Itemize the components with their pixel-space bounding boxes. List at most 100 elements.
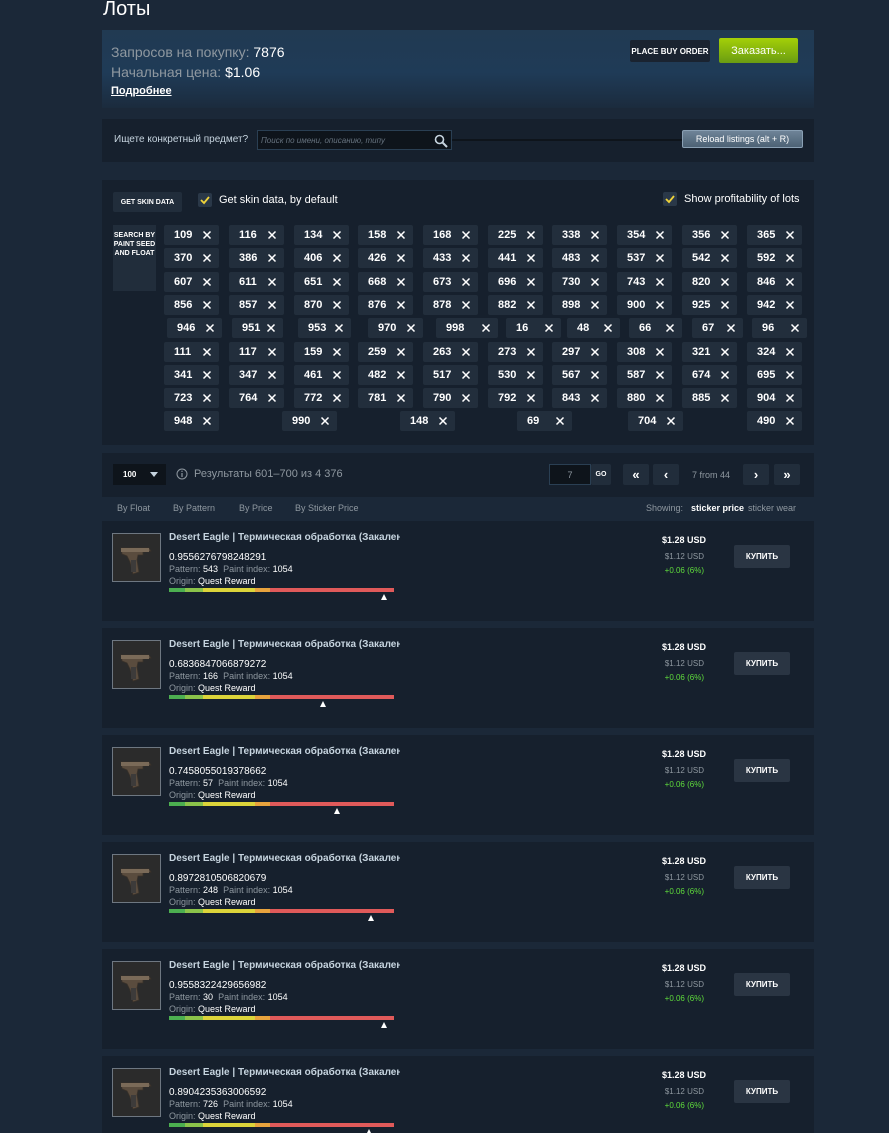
close-icon[interactable] xyxy=(590,230,600,240)
sort-by-price[interactable]: By Price xyxy=(239,503,273,513)
close-icon[interactable] xyxy=(461,393,471,403)
paint-seed-chip[interactable]: 990 xyxy=(282,411,337,431)
close-icon[interactable] xyxy=(590,347,600,357)
paint-seed-chip[interactable]: 870 xyxy=(294,295,349,315)
paint-seed-chip[interactable]: 878 xyxy=(423,295,478,315)
get-skin-default-checkbox[interactable]: Get skin data, by default xyxy=(198,193,338,207)
close-icon[interactable] xyxy=(785,277,795,287)
paint-seed-chip[interactable]: 259 xyxy=(358,342,413,362)
close-icon[interactable] xyxy=(590,277,600,287)
paint-seed-chip[interactable]: 67 xyxy=(692,318,743,338)
paint-seed-chip[interactable]: 723 xyxy=(164,388,219,408)
close-icon[interactable] xyxy=(438,416,448,426)
close-icon[interactable] xyxy=(726,323,736,333)
paint-seed-chip[interactable]: 48 xyxy=(567,318,620,338)
paint-seed-chip[interactable]: 587 xyxy=(617,365,672,385)
close-icon[interactable] xyxy=(461,230,471,240)
per-page-select[interactable]: 100 xyxy=(113,464,166,485)
close-icon[interactable] xyxy=(202,230,212,240)
paint-seed-chip[interactable]: 695 xyxy=(747,365,802,385)
paint-seed-chip[interactable]: 542 xyxy=(682,248,737,268)
sort-by-float[interactable]: By Float xyxy=(117,503,150,513)
showing-sticker-wear[interactable]: sticker wear xyxy=(748,503,796,513)
paint-seed-chip[interactable]: 674 xyxy=(682,365,737,385)
close-icon[interactable] xyxy=(481,323,491,333)
close-icon[interactable] xyxy=(461,277,471,287)
close-icon[interactable] xyxy=(655,230,665,240)
paint-seed-chip[interactable]: 225 xyxy=(488,225,543,245)
page-number-input[interactable]: 7 xyxy=(549,464,591,485)
close-icon[interactable] xyxy=(202,393,212,403)
close-icon[interactable] xyxy=(332,347,342,357)
paint-seed-chip[interactable]: 846 xyxy=(747,272,802,292)
close-icon[interactable] xyxy=(666,416,676,426)
paint-seed-chip[interactable]: 900 xyxy=(617,295,672,315)
close-icon[interactable] xyxy=(267,300,277,310)
close-icon[interactable] xyxy=(267,277,277,287)
close-icon[interactable] xyxy=(461,253,471,263)
close-icon[interactable] xyxy=(461,347,471,357)
close-icon[interactable] xyxy=(202,370,212,380)
paint-seed-chip[interactable]: 898 xyxy=(552,295,607,315)
more-details-link[interactable]: Подробнее xyxy=(111,85,172,97)
paint-seed-chip[interactable]: 308 xyxy=(617,342,672,362)
paint-seed-chip[interactable]: 66 xyxy=(629,318,682,338)
paint-seed-chip[interactable]: 370 xyxy=(164,248,219,268)
search-paint-seed-button[interactable]: SEARCH BY PAINT SEED AND FLOAT xyxy=(113,225,156,291)
close-icon[interactable] xyxy=(665,323,675,333)
paint-seed-chip[interactable]: 461 xyxy=(294,365,349,385)
close-icon[interactable] xyxy=(655,393,665,403)
close-icon[interactable] xyxy=(785,300,795,310)
close-icon[interactable] xyxy=(267,370,277,380)
close-icon[interactable] xyxy=(526,300,536,310)
close-icon[interactable] xyxy=(526,277,536,287)
paint-seed-chip[interactable]: 159 xyxy=(294,342,349,362)
paint-seed-chip[interactable]: 942 xyxy=(747,295,802,315)
paint-seed-chip[interactable]: 537 xyxy=(617,248,672,268)
paint-seed-chip[interactable]: 946 xyxy=(167,318,222,338)
paint-seed-chip[interactable]: 69 xyxy=(517,411,572,431)
close-icon[interactable] xyxy=(396,347,406,357)
close-icon[interactable] xyxy=(396,370,406,380)
close-icon[interactable] xyxy=(332,300,342,310)
listing-title[interactable]: Desert Eagle | Термическая обработка (За… xyxy=(169,746,400,757)
sort-by-pattern[interactable]: By Pattern xyxy=(173,503,215,513)
item-thumbnail[interactable] xyxy=(112,854,161,903)
sort-by-sticker-price[interactable]: By Sticker Price xyxy=(295,503,359,513)
close-icon[interactable] xyxy=(785,370,795,380)
paint-seed-chip[interactable]: 730 xyxy=(552,272,607,292)
close-icon[interactable] xyxy=(332,230,342,240)
showing-sticker-price[interactable]: sticker price xyxy=(691,503,744,513)
item-thumbnail[interactable] xyxy=(112,640,161,689)
close-icon[interactable] xyxy=(320,416,330,426)
close-icon[interactable] xyxy=(720,300,730,310)
paint-seed-chip[interactable]: 607 xyxy=(164,272,219,292)
item-thumbnail[interactable] xyxy=(112,533,161,582)
close-icon[interactable] xyxy=(590,393,600,403)
place-buy-order-button[interactable]: PLACE BUY ORDER xyxy=(630,40,710,62)
close-icon[interactable] xyxy=(590,300,600,310)
paint-seed-chip[interactable]: 263 xyxy=(423,342,478,362)
listing-title[interactable]: Desert Eagle | Термическая обработка (За… xyxy=(169,853,400,864)
close-icon[interactable] xyxy=(202,300,212,310)
paint-seed-chip[interactable]: 843 xyxy=(552,388,607,408)
close-icon[interactable] xyxy=(544,323,554,333)
paint-seed-chip[interactable]: 925 xyxy=(682,295,737,315)
paint-seed-chip[interactable]: 592 xyxy=(747,248,802,268)
close-icon[interactable] xyxy=(785,416,795,426)
close-icon[interactable] xyxy=(720,347,730,357)
close-icon[interactable] xyxy=(590,370,600,380)
paint-seed-chip[interactable]: 324 xyxy=(747,342,802,362)
close-icon[interactable] xyxy=(655,347,665,357)
buy-button[interactable]: КУПИТЬ xyxy=(734,759,790,782)
close-icon[interactable] xyxy=(202,416,212,426)
close-icon[interactable] xyxy=(205,323,215,333)
buy-button[interactable]: КУПИТЬ xyxy=(734,973,790,996)
paint-seed-chip[interactable]: 792 xyxy=(488,388,543,408)
close-icon[interactable] xyxy=(461,300,471,310)
paint-seed-chip[interactable]: 781 xyxy=(358,388,413,408)
paint-seed-chip[interactable]: 904 xyxy=(747,388,802,408)
paint-seed-chip[interactable]: 885 xyxy=(682,388,737,408)
close-icon[interactable] xyxy=(267,230,277,240)
paint-seed-chip[interactable]: 321 xyxy=(682,342,737,362)
